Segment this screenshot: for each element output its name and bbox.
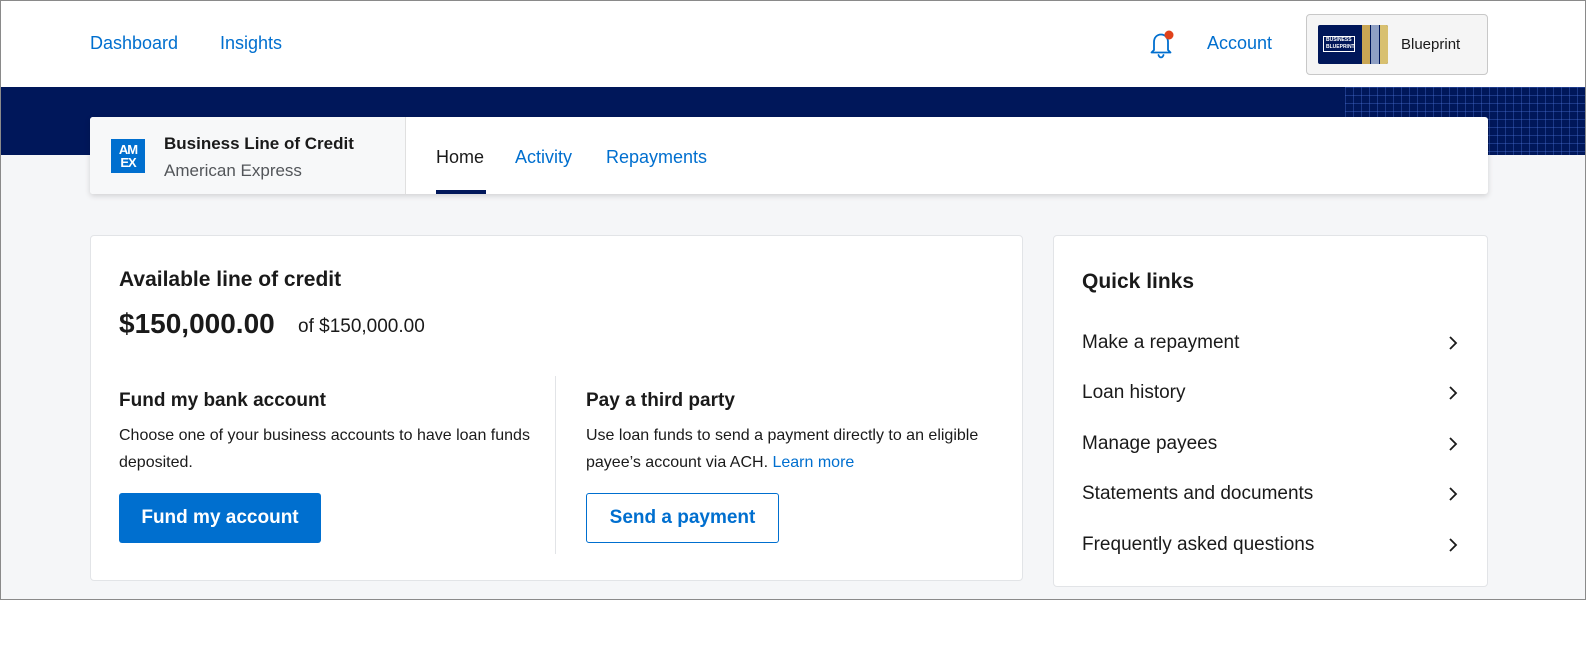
- chevron-right-icon: [1449, 437, 1458, 451]
- fund-my-account-button[interactable]: Fund my account: [119, 493, 321, 543]
- chevron-right-icon: [1449, 336, 1458, 350]
- quick-link-label: Loan history: [1082, 382, 1186, 403]
- fund-section-title: Fund my bank account: [119, 390, 326, 411]
- quick-links-panel: Quick links Make a repayment Loan histor…: [1053, 235, 1488, 587]
- blueprint-card-logo: BUSINESS BLUEPRINT: [1318, 25, 1388, 64]
- amex-logo-icon: AM EX: [111, 139, 145, 173]
- quick-links-title: Quick links: [1082, 270, 1195, 293]
- active-tab-indicator: [436, 190, 486, 194]
- section-divider: [555, 376, 556, 554]
- quick-link-statements-documents[interactable]: Statements and documents: [1082, 479, 1462, 509]
- quick-link-label: Frequently asked questions: [1082, 534, 1315, 555]
- tab-activity[interactable]: Activity: [515, 147, 572, 168]
- blueprint-label: Blueprint: [1401, 36, 1461, 53]
- learn-more-link[interactable]: Learn more: [772, 454, 854, 471]
- quick-link-loan-history[interactable]: Loan history: [1082, 378, 1462, 408]
- send-payment-button[interactable]: Send a payment: [586, 493, 779, 543]
- product-bar: AM EX Business Line of Credit American E…: [90, 117, 1488, 194]
- available-credit-title: Available line of credit: [119, 268, 342, 291]
- blueprint-button[interactable]: BUSINESS BLUEPRINT Blueprint: [1306, 14, 1488, 75]
- product-identity: AM EX Business Line of Credit American E…: [90, 117, 406, 194]
- nav-dashboard-link[interactable]: Dashboard: [90, 33, 178, 54]
- top-header: Dashboard Insights Account BUSINESS BLUE…: [1, 1, 1585, 87]
- chevron-right-icon: [1449, 538, 1458, 552]
- quick-link-faq[interactable]: Frequently asked questions: [1082, 530, 1462, 560]
- third-party-section-description: Use loan funds to send a payment directl…: [586, 422, 1006, 476]
- quick-link-label: Statements and documents: [1082, 483, 1314, 504]
- chevron-right-icon: [1449, 386, 1458, 400]
- notification-bell-icon[interactable]: [1149, 29, 1175, 59]
- tab-home[interactable]: Home: [436, 147, 484, 168]
- quick-link-label: Manage payees: [1082, 433, 1218, 454]
- fund-section-description: Choose one of your business accounts to …: [119, 427, 530, 471]
- credit-card-panel: Available line of credit $150,000.00 of …: [90, 235, 1023, 581]
- tab-repayments[interactable]: Repayments: [606, 147, 707, 168]
- product-subtitle: American Express: [164, 161, 302, 180]
- product-title: Business Line of Credit: [164, 134, 354, 153]
- blueprint-card-text: BUSINESS BLUEPRINT: [1323, 36, 1355, 52]
- app-frame: Dashboard Insights Account BUSINESS BLUE…: [0, 0, 1586, 600]
- third-party-section-title: Pay a third party: [586, 390, 735, 411]
- notification-dot: [1164, 30, 1174, 40]
- account-link[interactable]: Account: [1207, 33, 1272, 54]
- quick-link-manage-payees[interactable]: Manage payees: [1082, 429, 1462, 459]
- nav-insights-link[interactable]: Insights: [220, 33, 282, 54]
- chevron-right-icon: [1449, 487, 1458, 501]
- quick-link-label: Make a repayment: [1082, 332, 1240, 353]
- quick-link-make-repayment[interactable]: Make a repayment: [1082, 328, 1462, 358]
- credit-limit-total: of $150,000.00: [298, 316, 425, 337]
- available-credit-amount: $150,000.00: [119, 308, 275, 339]
